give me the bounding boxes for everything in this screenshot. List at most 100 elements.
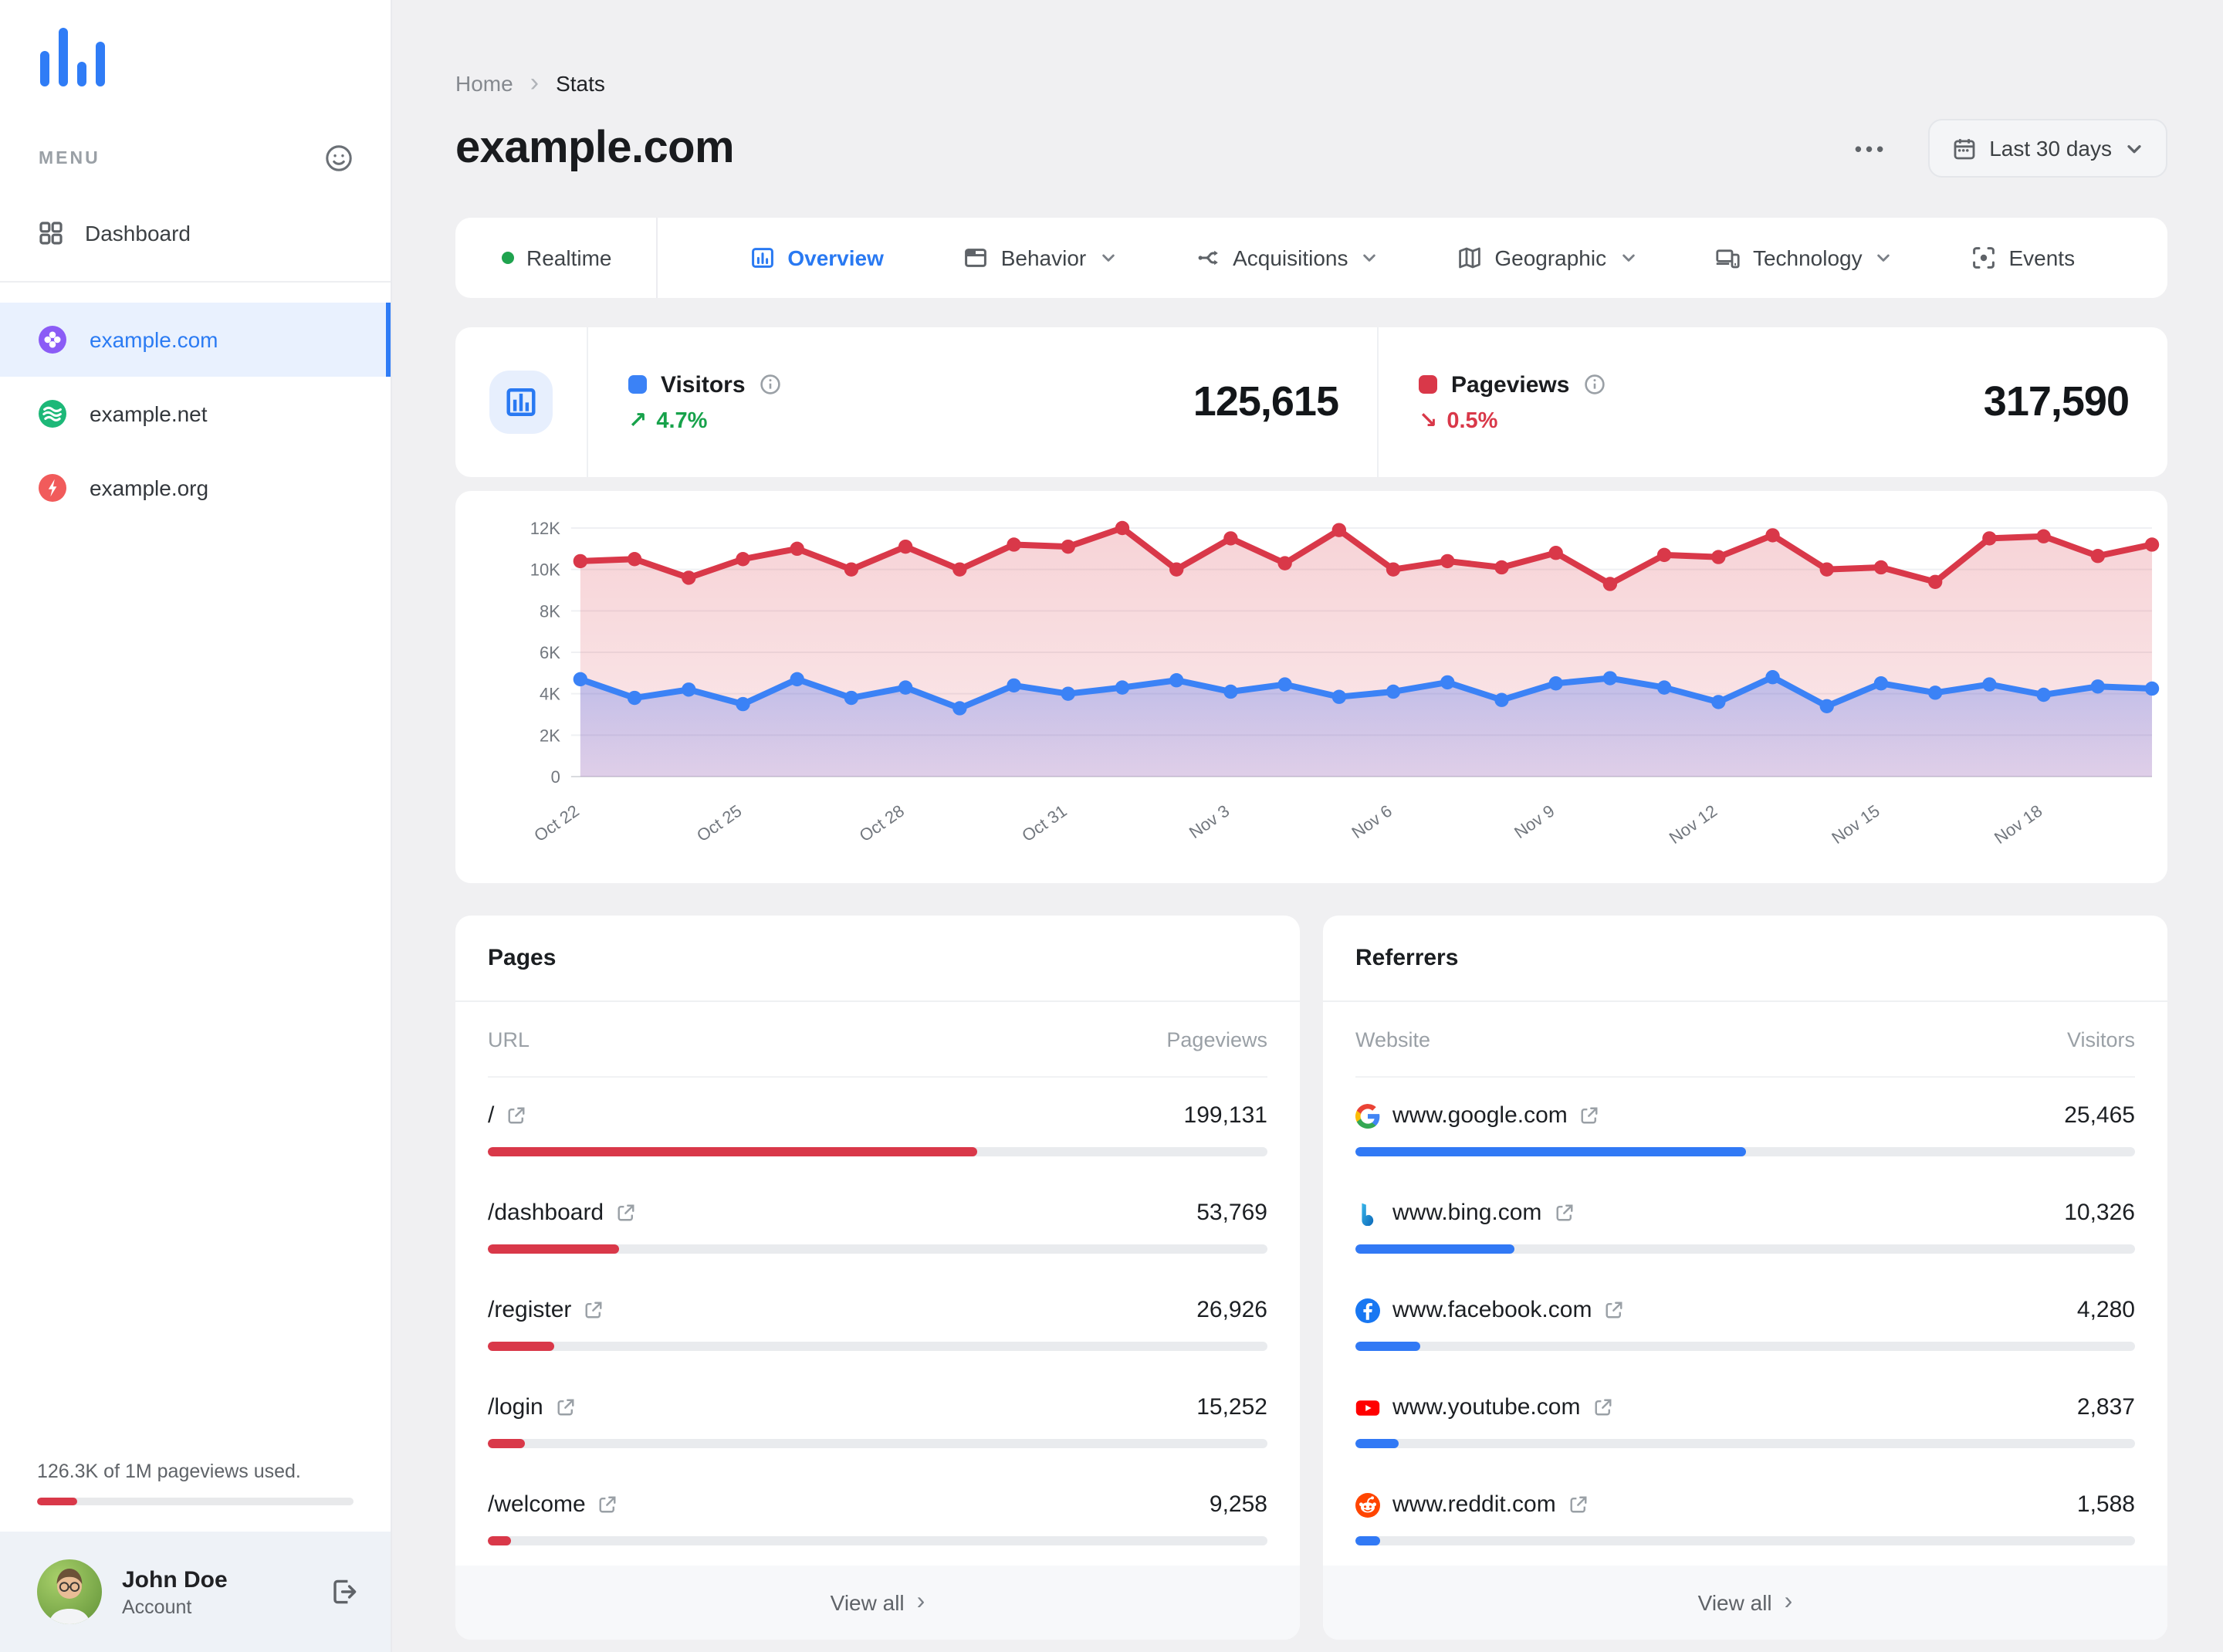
external-link-icon[interactable] (506, 1105, 526, 1126)
external-link-icon[interactable] (1604, 1300, 1624, 1320)
svg-text:0: 0 (551, 767, 560, 787)
bing-favicon (1355, 1200, 1380, 1225)
external-link-icon[interactable] (1554, 1203, 1574, 1223)
external-link-icon[interactable] (1568, 1495, 1589, 1515)
page-value: 53,769 (1196, 1200, 1267, 1226)
site-name: example.com (90, 327, 218, 352)
acquisitions-branch-icon (1196, 245, 1220, 270)
svg-text:Oct 31: Oct 31 (1018, 801, 1070, 846)
referrers-card-title: Referrers (1323, 916, 2167, 1002)
sidebar-divider (0, 281, 391, 283)
external-link-icon[interactable] (1592, 1397, 1612, 1417)
pageviews-bar (488, 1244, 620, 1254)
date-range-label: Last 30 days (1989, 136, 2112, 161)
breadcrumb-chevron-icon: › (530, 68, 540, 97)
table-row[interactable]: www.facebook.com 4,280 (1355, 1272, 2135, 1369)
svg-text:Nov 3: Nov 3 (1186, 801, 1233, 842)
external-link-icon[interactable] (616, 1203, 636, 1223)
tab-technology[interactable]: Technology (1716, 245, 1892, 270)
sidebar-item-example-net[interactable]: example.net (0, 377, 391, 451)
table-row[interactable]: /welcome 9,258 (488, 1467, 1267, 1564)
visitors-value: 125,615 (1193, 378, 1339, 425)
referrer-site: www.google.com (1392, 1102, 1568, 1129)
table-row[interactable]: www.youtube.com 2,837 (1355, 1369, 2135, 1467)
svg-text:Oct 28: Oct 28 (856, 801, 908, 846)
table-row[interactable]: / 199,131 (488, 1078, 1267, 1175)
referrer-site: www.bing.com (1392, 1200, 1542, 1226)
chevron-right-icon: › (916, 1589, 925, 1615)
referrers-view-all-button[interactable]: View all › (1323, 1566, 2167, 1640)
site-waves-icon (39, 400, 66, 428)
pageviews-label: Pageviews (1451, 371, 1570, 398)
usage-text: 126.3K of 1M pageviews used. (37, 1461, 301, 1482)
svg-text:12K: 12K (530, 519, 560, 538)
page-url: / (488, 1102, 495, 1129)
visitors-stat: Visitors ↗ 4.7% 125,615 (588, 327, 1377, 477)
tab-overview[interactable]: Overview (750, 245, 884, 270)
table-row[interactable]: www.reddit.com 1,588 (1355, 1467, 2135, 1564)
svg-text:Nov 18: Nov 18 (1991, 801, 2045, 848)
breadcrumb: Home › Stats (455, 68, 2167, 97)
svg-text:8K: 8K (540, 601, 560, 621)
pageviews-bar (488, 1342, 554, 1351)
realtime-live-dot-icon (502, 252, 514, 264)
sidebar-item-example-com[interactable]: example.com (0, 303, 391, 377)
user-role: Account (122, 1596, 192, 1617)
pageviews-stat: Pageviews ↘ 0.5% 317,590 (1377, 327, 2167, 477)
tab-label: Behavior (1000, 245, 1087, 270)
date-range-button[interactable]: Last 30 days (1927, 119, 2167, 178)
pages-view-all-button[interactable]: View all › (455, 1566, 1300, 1640)
svg-text:Oct 22: Oct 22 (530, 801, 582, 846)
more-options-button[interactable]: ••• (1855, 137, 1887, 160)
events-target-icon (1971, 245, 1996, 270)
svg-text:Oct 25: Oct 25 (693, 801, 745, 846)
referrer-value: 10,326 (2064, 1200, 2135, 1226)
pageviews-bar (488, 1536, 511, 1545)
trend-up-icon: ↗ (628, 408, 648, 433)
info-icon[interactable] (1583, 374, 1605, 395)
traffic-line-chart[interactable]: 0 2K 4K 6K 8K 10K 12K Oct 22 Oct 25 Oct 28 Oct 31 N… (455, 491, 2167, 883)
page-value: 9,258 (1209, 1491, 1267, 1518)
tab-geographic[interactable]: Geographic (1457, 245, 1636, 270)
visitors-bar (1355, 1439, 1399, 1448)
referrer-site: www.facebook.com (1392, 1297, 1592, 1323)
trend-down-icon: ↘ (1419, 408, 1438, 433)
info-icon[interactable] (760, 374, 781, 395)
table-row[interactable]: /dashboard 53,769 (488, 1175, 1267, 1272)
external-link-icon[interactable] (556, 1397, 576, 1417)
svg-text:4K: 4K (540, 685, 560, 704)
svg-text:2K: 2K (540, 726, 560, 745)
referrer-site: www.youtube.com (1392, 1394, 1581, 1420)
sidebar-item-dashboard[interactable]: Dashboard (0, 210, 391, 256)
account-footer[interactable]: John Doe Account (0, 1532, 391, 1652)
external-link-icon[interactable] (1580, 1105, 1600, 1126)
svg-text:Nov 12: Nov 12 (1666, 801, 1721, 848)
tab-events[interactable]: Events (1971, 245, 2075, 270)
sidebar-item-example-org[interactable]: example.org (0, 451, 391, 525)
tab-label: Events (2008, 245, 2076, 270)
svg-text:Nov 9: Nov 9 (1511, 801, 1558, 842)
section-tabs: Realtime Overview Behavior Acquisitions … (455, 218, 2167, 298)
dashboard-grid-icon (39, 221, 63, 245)
tab-behavior[interactable]: Behavior (964, 245, 1116, 270)
page-url: /login (488, 1394, 543, 1420)
table-row[interactable]: /login 15,252 (488, 1369, 1267, 1467)
tab-realtime[interactable]: Realtime (455, 218, 658, 298)
referrers-card: Referrers Website Visitors www.google.co… (1323, 916, 2167, 1640)
tab-acquisitions[interactable]: Acquisitions (1196, 245, 1377, 270)
external-link-icon[interactable] (584, 1300, 604, 1320)
external-link-icon[interactable] (598, 1495, 618, 1515)
breadcrumb-home-link[interactable]: Home (455, 71, 513, 96)
visitors-bar (1355, 1342, 1421, 1351)
site-name: example.org (90, 476, 209, 500)
table-row[interactable]: www.google.com 25,465 (1355, 1078, 2135, 1175)
page-value: 26,926 (1196, 1297, 1267, 1323)
table-row[interactable]: /register 26,926 (488, 1272, 1267, 1369)
sidebar: MENU Dashboard example.com example.net e… (0, 0, 392, 1652)
user-face-icon[interactable] (324, 144, 354, 173)
pageviews-bar (488, 1147, 977, 1156)
table-row[interactable]: www.bing.com 10,326 (1355, 1175, 2135, 1272)
logout-icon[interactable] (329, 1576, 360, 1607)
tab-label: Geographic (1494, 245, 1607, 270)
visitors-bar (1355, 1147, 1745, 1156)
